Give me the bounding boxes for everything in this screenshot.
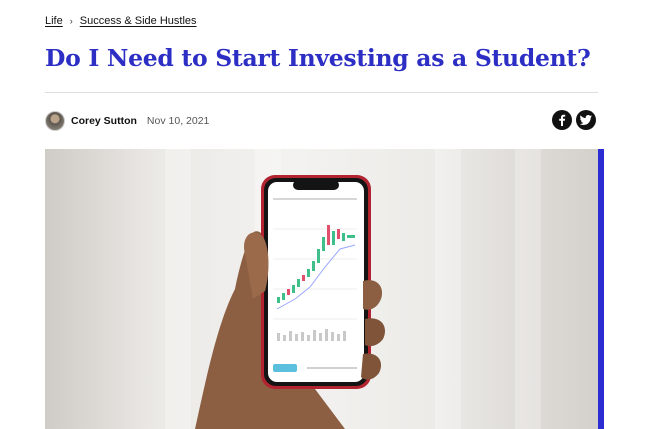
finger-illustration: [363, 280, 383, 310]
twitter-icon: [579, 115, 593, 126]
article-title: Do I Need to Start Investing as a Studen…: [45, 44, 591, 72]
phone-screen: [268, 182, 364, 382]
breadcrumb: Life › Success & Side Hustles: [45, 13, 197, 29]
finger-illustration: [365, 318, 385, 347]
divider: [45, 92, 598, 93]
app-bottom-button: [273, 364, 297, 372]
facebook-icon: [559, 114, 566, 126]
phone-in-hand-illustration: [195, 175, 385, 429]
publish-date: Nov 10, 2021: [146, 114, 210, 127]
finger-illustration: [361, 353, 382, 380]
hero-image: [45, 149, 598, 429]
breadcrumb-link-life[interactable]: Life: [45, 15, 63, 27]
avatar[interactable]: [45, 110, 65, 131]
share-facebook-button[interactable]: [552, 110, 572, 130]
breadcrumb-link-success-side-hustles[interactable]: Success & Side Hustles: [80, 15, 197, 27]
chevron-right-icon: ›: [69, 16, 73, 26]
author-name[interactable]: Corey Sutton: [71, 115, 137, 127]
byline: Corey Sutton Nov 10, 2021: [45, 110, 209, 131]
share-buttons: [552, 110, 596, 130]
phone-notch: [293, 180, 339, 190]
share-twitter-button[interactable]: [576, 110, 596, 130]
